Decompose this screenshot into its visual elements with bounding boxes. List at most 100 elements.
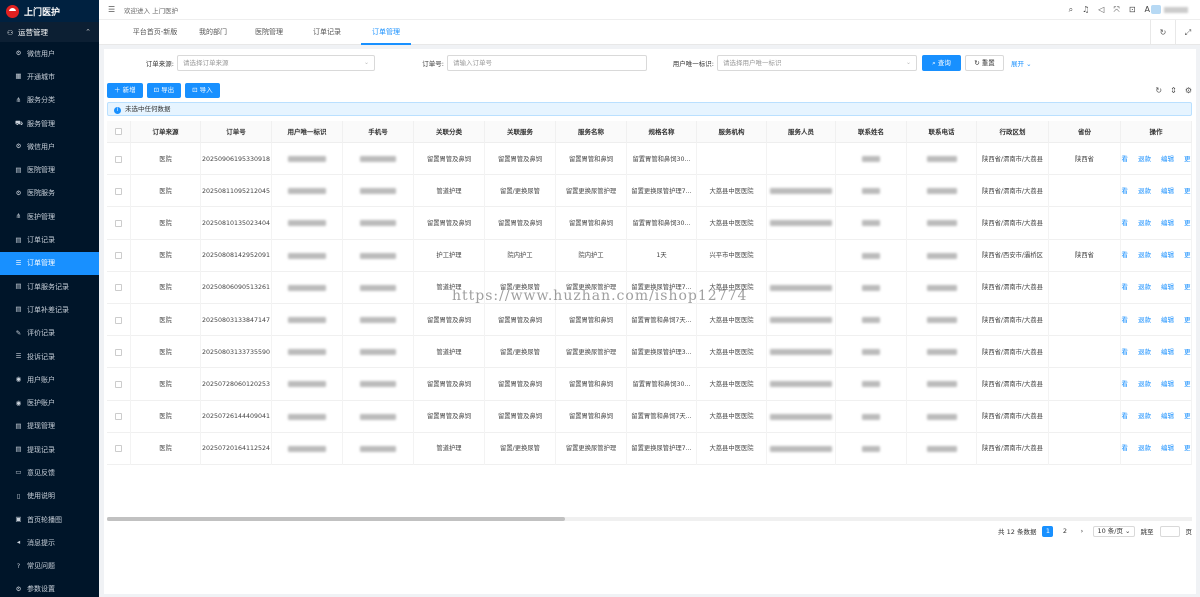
op-0[interactable]: 查看	[1121, 348, 1128, 357]
tab-hospital[interactable]: 医院管理	[249, 20, 289, 45]
sidebar-item-14[interactable]: ◉ 用户账户	[0, 368, 99, 391]
lock-icon[interactable]: ⊡	[1129, 5, 1136, 15]
row-checkbox[interactable]	[107, 336, 131, 369]
op-2[interactable]: 编辑	[1161, 155, 1174, 164]
sidebar-item-15[interactable]: ◉ 医护账户	[0, 391, 99, 414]
op-3[interactable]: 更多	[1184, 155, 1191, 164]
column-header[interactable]: 省份	[1049, 121, 1121, 143]
column-header[interactable]: 用户唯一标识	[272, 121, 343, 143]
op-1[interactable]: 退款	[1138, 251, 1151, 260]
tab-order-records[interactable]: 订单记录	[307, 20, 347, 45]
bell-icon[interactable]: ♫	[1082, 5, 1089, 15]
op-2[interactable]: 编辑	[1161, 348, 1174, 357]
op-3[interactable]: 更多	[1184, 412, 1191, 421]
sidebar-item-18[interactable]: ▭ 意见反馈	[0, 461, 99, 484]
op-0[interactable]: 查看	[1121, 187, 1128, 196]
sidebar-item-8[interactable]: ▤ 订单记录	[0, 228, 99, 251]
column-header[interactable]: 关联分类	[414, 121, 485, 143]
op-2[interactable]: 编辑	[1161, 412, 1174, 421]
op-1[interactable]: 退款	[1138, 380, 1151, 389]
refresh-icon[interactable]: ↻	[1150, 20, 1175, 45]
op-3[interactable]: 更多	[1184, 444, 1191, 453]
column-header[interactable]: 服务名称	[556, 121, 627, 143]
order-no-input[interactable]: 请输入订单号	[447, 55, 647, 71]
page-size-select[interactable]: 10 条/页 ⌄	[1093, 525, 1135, 537]
horizontal-scrollbar[interactable]	[107, 517, 1192, 521]
add-button[interactable]: ＋ 新增	[107, 83, 143, 98]
row-checkbox[interactable]	[107, 432, 131, 465]
refresh-icon[interactable]: ↻	[1155, 86, 1162, 95]
row-checkbox[interactable]	[107, 271, 131, 304]
sidebar-item-17[interactable]: ▤ 提现记录	[0, 438, 99, 461]
op-2[interactable]: 编辑	[1161, 219, 1174, 228]
op-2[interactable]: 编辑	[1161, 380, 1174, 389]
translate-icon[interactable]: A	[1145, 5, 1150, 15]
tab-department[interactable]: 我的部门	[193, 20, 233, 45]
import-button[interactable]: ⊡ 导入	[185, 83, 220, 98]
sidebar-item-5[interactable]: ▤ 医院管理	[0, 158, 99, 181]
sidebar-item-1[interactable]: ▦ 开通城市	[0, 65, 99, 88]
op-2[interactable]: 编辑	[1161, 187, 1174, 196]
jump-input[interactable]	[1159, 525, 1180, 537]
sidebar-item-12[interactable]: ✎ 评价记录	[0, 322, 99, 345]
column-header[interactable]: 操作	[1121, 121, 1192, 143]
search-icon[interactable]: ⌕	[1069, 5, 1073, 15]
op-3[interactable]: 更多	[1184, 316, 1191, 325]
column-header[interactable]: 联系姓名	[836, 121, 907, 143]
op-0[interactable]: 查看	[1121, 380, 1128, 389]
sidebar-item-2[interactable]: ⋔ 服务分类	[0, 89, 99, 112]
op-1[interactable]: 退款	[1138, 316, 1151, 325]
sidebar-item-4[interactable]: ⚙ 微信用户	[0, 135, 99, 158]
user-avatar[interactable]	[1151, 5, 1189, 14]
op-3[interactable]: 更多	[1184, 380, 1191, 389]
op-0[interactable]: 查看	[1121, 155, 1128, 164]
sidebar-item-13[interactable]: ☰ 投诉记录	[0, 345, 99, 368]
column-header[interactable]: 规格名称	[627, 121, 697, 143]
op-2[interactable]: 编辑	[1161, 251, 1174, 260]
sidebar-item-16[interactable]: ▤ 提现管理	[0, 415, 99, 438]
op-0[interactable]: 查看	[1121, 412, 1128, 421]
op-3[interactable]: 更多	[1184, 251, 1191, 260]
page-1[interactable]: 1	[1042, 525, 1054, 537]
sidebar-item-22[interactable]: ? 常见问题	[0, 555, 99, 578]
sidebar-item-19[interactable]: ▯ 使用说明	[0, 485, 99, 508]
column-header[interactable]: 服务机构	[697, 121, 767, 143]
column-header[interactable]: 手机号	[343, 121, 414, 143]
op-3[interactable]: 更多	[1184, 219, 1191, 228]
sidebar-item-0[interactable]: ⚙ 微信用户	[0, 42, 99, 65]
menu-toggle-icon[interactable]: ☰	[108, 5, 116, 14]
sidebar-item-7[interactable]: ⋔ 医护管理	[0, 205, 99, 228]
expand-link[interactable]: 展开 ⌄	[1011, 58, 1032, 68]
query-button[interactable]: ⌕ 查询	[922, 55, 961, 71]
column-header[interactable]: 订单来源	[131, 121, 201, 143]
op-0[interactable]: 查看	[1121, 316, 1128, 325]
op-1[interactable]: 退款	[1138, 219, 1151, 228]
row-checkbox[interactable]	[107, 175, 131, 208]
op-3[interactable]: 更多	[1184, 348, 1191, 357]
row-checkbox[interactable]	[107, 368, 131, 401]
row-checkbox[interactable]	[107, 400, 131, 433]
column-header[interactable]: 联系电话	[907, 121, 977, 143]
op-0[interactable]: 查看	[1121, 283, 1128, 292]
column-header[interactable]: 订单号	[201, 121, 272, 143]
sidebar-item-11[interactable]: ▤ 订单补差记录	[0, 298, 99, 321]
volume-icon[interactable]: ◁	[1098, 5, 1104, 15]
scrollbar-thumb[interactable]	[107, 517, 565, 521]
op-0[interactable]: 查看	[1121, 219, 1128, 228]
op-3[interactable]: 更多	[1184, 187, 1191, 196]
op-1[interactable]: 退款	[1138, 348, 1151, 357]
op-2[interactable]: 编辑	[1161, 283, 1174, 292]
op-3[interactable]: 更多	[1184, 283, 1191, 292]
sidebar-item-9[interactable]: ☰ 订单管理	[0, 251, 99, 275]
reset-button[interactable]: ↻ 重置	[965, 55, 1004, 71]
sidebar-item-20[interactable]: ▣ 首页轮播图	[0, 508, 99, 531]
source-select[interactable]: 请选择订单来源 ⌄	[177, 55, 375, 71]
fullscreen-icon[interactable]: ⤧	[1113, 5, 1119, 15]
row-checkbox[interactable]	[107, 304, 131, 337]
op-2[interactable]: 编辑	[1161, 444, 1174, 453]
row-checkbox[interactable]	[107, 239, 131, 272]
column-header[interactable]: 服务人员	[767, 121, 836, 143]
expand-icon[interactable]: ⤢	[1175, 20, 1200, 45]
op-1[interactable]: 退款	[1138, 412, 1151, 421]
user-id-select[interactable]: 请选择用户唯一标识 ⌄	[717, 55, 917, 71]
